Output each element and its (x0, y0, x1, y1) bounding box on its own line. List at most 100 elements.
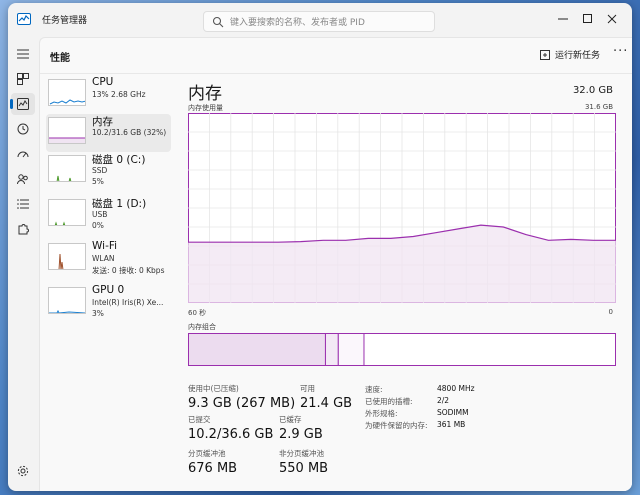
resource-item[interactable]: 磁盘 0 (C:) SSD 5% (46, 152, 171, 190)
resource-item[interactable]: Wi-Fi WLAN 发送: 0 接收: 0 Kbps (46, 240, 171, 278)
nav-services[interactable] (11, 218, 35, 240)
hamburger-icon (17, 49, 29, 59)
resource-name: 磁盘 0 (C:) (92, 154, 146, 166)
page-title: 性能 (50, 53, 70, 64)
nav-settings[interactable] (11, 460, 35, 482)
startup-gauge-icon (17, 151, 29, 158)
resource-sparkline (48, 117, 86, 144)
resource-item[interactable]: 磁盘 1 (D:) USB 0% (46, 196, 171, 234)
search-box[interactable] (203, 11, 435, 32)
resource-name: 内存 (92, 116, 113, 128)
close-button[interactable] (592, 3, 632, 35)
stat-available-label: 可用 (300, 384, 315, 393)
resource-name: CPU (92, 76, 114, 88)
stat-committed-label: 已提交 (188, 415, 211, 424)
graph-axis-end: 0 (608, 308, 613, 316)
close-icon (607, 14, 617, 24)
resource-item[interactable]: CPU 13% 2.68 GHz (46, 76, 171, 114)
processes-icon (17, 73, 29, 85)
stat-nonpaged-pool-value: 550 MB (279, 461, 329, 476)
resource-sparkline (48, 155, 86, 182)
run-new-task-label: 运行新任务 (555, 51, 601, 61)
stat-committed: 已提交 10.2/36.6 GB (188, 414, 273, 442)
resource-name: GPU 0 (92, 284, 125, 296)
stat-paged-pool: 分页缓冲池 676 MB (188, 448, 237, 476)
memory-usage-graph (188, 113, 616, 303)
detail-title: 内存 (188, 84, 222, 104)
memory-usage-max: 31.6 GB (584, 103, 613, 111)
header-divider (40, 73, 632, 74)
memory-composition-label: 内存组合 (188, 323, 216, 331)
search-input[interactable] (228, 15, 432, 31)
stat-in-use: 使用中(已压缩) 9.3 GB (267 MB) (188, 383, 295, 411)
resource-detail: 发送: 0 接收: 0 Kbps (92, 266, 165, 275)
history-icon (17, 123, 29, 135)
resource-sparkline (48, 199, 86, 226)
nav-rail (8, 37, 38, 491)
details-list-icon (17, 199, 29, 209)
spec-key: 为硬件保留的内存: (365, 421, 428, 430)
resource-item[interactable]: 内存 10.2/31.6 GB (32%) (46, 114, 171, 152)
stat-paged-pool-label: 分页缓冲池 (188, 449, 226, 458)
hamburger-menu-button[interactable] (11, 43, 35, 65)
nav-users[interactable] (11, 168, 35, 190)
nav-startup-apps[interactable] (11, 143, 35, 165)
search-icon (212, 16, 224, 28)
run-task-icon (540, 49, 550, 60)
spec-key: 外形规格: (365, 409, 398, 418)
more-options-button[interactable]: ··· (613, 44, 628, 59)
stat-paged-pool-value: 676 MB (188, 461, 238, 476)
spec-value: 2/2 (437, 396, 450, 405)
resource-detail: 0% (92, 221, 104, 230)
run-new-task-button[interactable]: 运行新任务 (540, 48, 600, 61)
task-manager-window: 任务管理器 键入要搜索的名称、发布者或 PID 性能 运行新任务 ··· CPU… (8, 3, 632, 491)
nav-details[interactable] (11, 193, 35, 215)
resource-sparkline (48, 243, 86, 270)
stat-in-use-value: 9.3 GB (267 MB) (188, 396, 296, 411)
spec-value: 361 MB (437, 420, 466, 429)
memory-composition-bar[interactable] (188, 333, 616, 366)
total-memory: 32.0 GB (572, 85, 613, 96)
stat-available: 可用 21.4 GB (300, 383, 352, 411)
resource-name: Wi-Fi (92, 240, 118, 252)
stat-cached-value: 2.9 GB (279, 427, 323, 442)
resource-sparkline (48, 79, 86, 106)
spec-key: 已使用的插槽: (365, 397, 413, 406)
resource-detail: 13% 2.68 GHz (92, 90, 146, 99)
resource-detail: 5% (92, 177, 104, 186)
stat-cached-label: 已缓存 (279, 415, 302, 424)
settings-gear-icon (17, 465, 29, 477)
resource-detail: Intel(R) Iris(R) Xe... (92, 298, 164, 307)
performance-panel: 性能 运行新任务 ··· CPU 13% 2.68 GHz 内存 10.2/31.6… (39, 37, 632, 491)
composition-in-use (188, 333, 326, 366)
resource-sparkline (48, 287, 86, 314)
composition-standby (337, 333, 365, 366)
resource-detail: 10.2/31.6 GB (32%) (92, 128, 167, 137)
app-title: 任务管理器 (42, 16, 88, 26)
spec-key: 速度: (365, 385, 383, 394)
users-icon (17, 174, 28, 185)
resource-detail: WLAN (92, 254, 115, 263)
spec-value: 4800 MHz (437, 384, 475, 393)
graph-axis-start: 60 秒 (188, 309, 207, 317)
stat-in-use-label: 使用中(已压缩) (188, 384, 239, 393)
stat-available-value: 21.4 GB (300, 396, 353, 411)
resource-item[interactable]: GPU 0 Intel(R) Iris(R) Xe... 3% (46, 284, 171, 322)
composition-modified (324, 333, 339, 366)
stat-committed-value: 10.2/36.6 GB (188, 427, 274, 442)
resource-detail: USB (92, 210, 108, 219)
memory-usage-label: 内存使用量 (188, 104, 223, 112)
services-puzzle-icon (18, 224, 29, 235)
resource-name: 磁盘 1 (D:) (92, 198, 147, 210)
spec-value: SODIMM (437, 408, 469, 417)
nav-processes[interactable] (11, 68, 35, 90)
nav-performance[interactable] (10, 93, 35, 115)
stat-nonpaged-pool-label: 非分页缓冲池 (279, 449, 324, 458)
stat-nonpaged-pool: 非分页缓冲池 550 MB (279, 448, 328, 476)
resource-detail: SSD (92, 166, 108, 175)
resource-detail: 3% (92, 309, 104, 318)
nav-app-history[interactable] (11, 118, 35, 140)
stat-cached: 已缓存 2.9 GB (279, 414, 323, 442)
performance-icon (17, 98, 29, 110)
task-manager-app-icon (17, 13, 31, 25)
